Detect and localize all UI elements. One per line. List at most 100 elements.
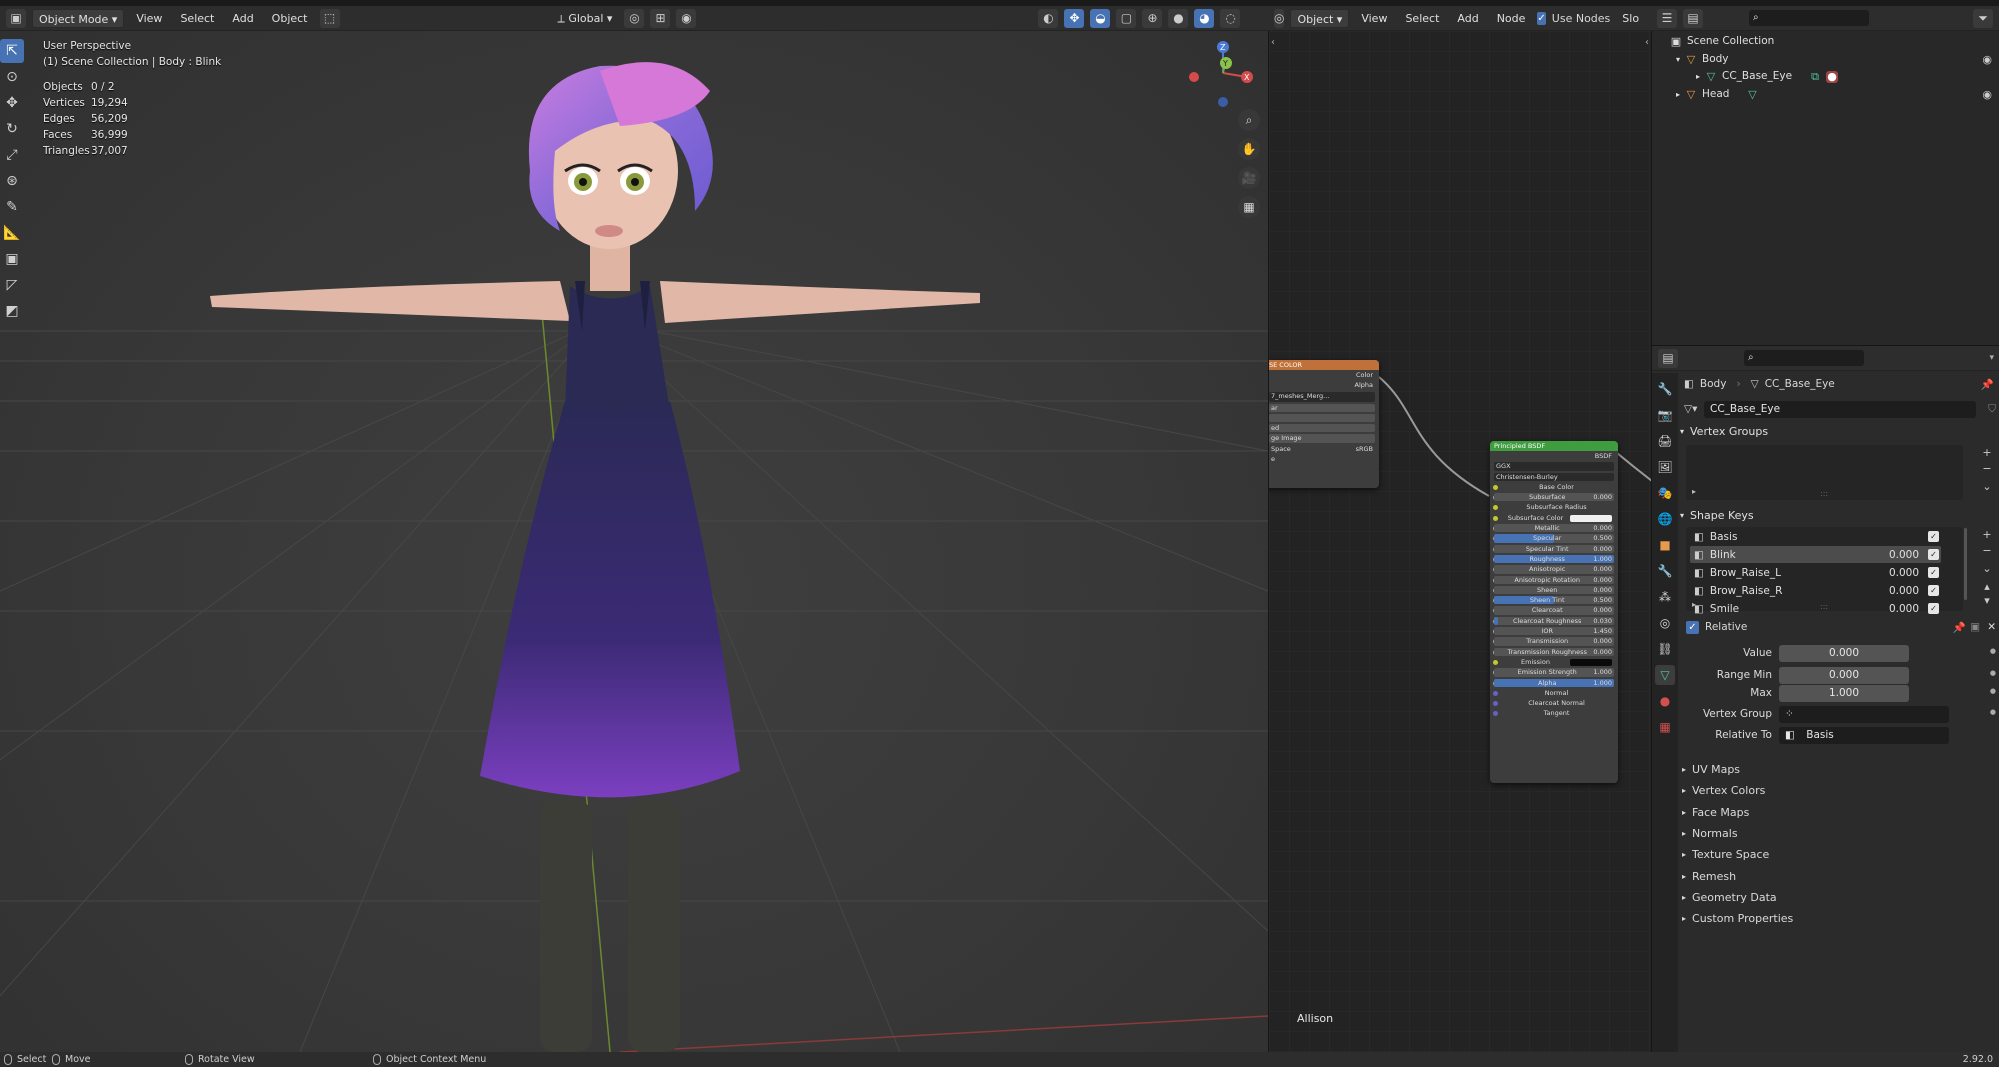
expand-right-icon[interactable]: ▸	[1696, 68, 1700, 86]
navigation-gizmo[interactable]: Z X Y	[1185, 33, 1265, 113]
bsdf-input-row[interactable]: Alpha 1.000	[1490, 678, 1618, 688]
shader-node-editor[interactable]: ‹ ‹ SE COLOR Color Alpha 7_meshes_Merg..…	[1268, 31, 1651, 1052]
menu-view[interactable]: View	[130, 9, 168, 28]
particles-tab-icon[interactable]: ⁂	[1655, 587, 1675, 607]
outliner-row-body[interactable]: ▾ ▽ Body ◉	[1652, 51, 1999, 69]
measure-tool-icon[interactable]: 📐	[0, 221, 24, 245]
rotate-tool-icon[interactable]: ↻	[0, 117, 24, 141]
slot-dropdown[interactable]: Slo	[1616, 9, 1645, 28]
menu-object[interactable]: Object	[266, 9, 314, 28]
collapsed-panel-header[interactable]: ▸ UV Maps	[1682, 759, 1740, 780]
camera-view-icon[interactable]: 🎥	[1238, 167, 1260, 189]
annotate-tool-icon[interactable]: ✎	[0, 195, 24, 219]
ortho-grid-icon[interactable]: ▦	[1238, 196, 1260, 218]
add-cube-tool-icon[interactable]: ▣	[0, 247, 24, 271]
gizmo-toggle-icon[interactable]: ✥	[1064, 8, 1085, 28]
shape-key-value[interactable]: 0.000	[1889, 603, 1919, 615]
shape-key-item[interactable]: ◧ Brow_Raise_L 0.000 ✓	[1690, 564, 1941, 581]
texture-tab-icon[interactable]: ▦	[1655, 717, 1675, 737]
xray-icon[interactable]: ▢	[1116, 8, 1137, 28]
rendered-shading-icon[interactable]: ◌	[1220, 8, 1241, 28]
move-down-icon[interactable]: ▾	[1980, 593, 1994, 607]
mode-dropdown[interactable]: Object Mode ▾	[32, 8, 125, 28]
collapsed-panel-header[interactable]: ▸ Vertex Colors	[1682, 780, 1765, 801]
shape-key-mute-checkbox[interactable]: ✓	[1928, 531, 1939, 542]
pin-shape-icon[interactable]: 📌	[1953, 621, 1966, 634]
visibility-icon[interactable]: ◐	[1038, 8, 1059, 28]
remove-shape-key-icon[interactable]: −	[1980, 543, 1994, 557]
shape-key-item[interactable]: ◧ Blink 0.000 ✓	[1690, 546, 1941, 563]
snap-icon[interactable]: ⊞	[650, 8, 671, 28]
node-menu-add[interactable]: Add	[1451, 9, 1484, 28]
bsdf-distribution[interactable]: GGX	[1496, 461, 1511, 471]
bsdf-input-row[interactable]: Transmission 0.000	[1490, 636, 1618, 646]
node-menu-select[interactable]: Select	[1399, 9, 1445, 28]
vertex-group-field[interactable]: ⁘	[1779, 706, 1949, 723]
keyframe-dot-icon[interactable]: ●	[1990, 647, 1996, 655]
add-shape-key-icon[interactable]: +	[1980, 527, 1994, 541]
mesh-data-tab-icon[interactable]: ▽	[1655, 665, 1675, 685]
bsdf-input-row[interactable]: Specular 0.500	[1490, 533, 1618, 543]
collapsed-panel-header[interactable]: ▸ Custom Properties	[1682, 908, 1793, 929]
bsdf-input-row[interactable]: Subsurface Radius	[1490, 502, 1618, 512]
constraints-tab-icon[interactable]: ⛓	[1655, 639, 1675, 659]
bsdf-input-row[interactable]: Emission Strength 1.000	[1490, 667, 1618, 677]
value-field[interactable]: 0.000	[1779, 645, 1909, 662]
bsdf-input-row[interactable]: Sheen 0.000	[1490, 585, 1618, 595]
eye-icon[interactable]: ◉	[1982, 86, 1992, 104]
tool-tab-icon[interactable]: 🔧	[1655, 379, 1675, 399]
shape-key-scrollbar[interactable]	[1964, 528, 1967, 600]
solid-shading-icon[interactable]: ●	[1168, 8, 1189, 28]
image-row-source[interactable]: ge Image	[1271, 433, 1302, 443]
bsdf-input-row[interactable]: Base Color	[1490, 482, 1618, 492]
bsdf-input-row[interactable]: Roughness 1.000	[1490, 554, 1618, 564]
menu-add[interactable]: Add	[226, 9, 259, 28]
max-field[interactable]: 1.000	[1779, 685, 1909, 702]
move-tool-icon[interactable]: ✥	[0, 91, 24, 115]
outliner-search-input[interactable]: ⌕	[1749, 10, 1869, 26]
bsdf-input-row[interactable]: Clearcoat Normal	[1490, 698, 1618, 708]
keyframe-dot-icon[interactable]: ●	[1990, 687, 1996, 695]
zoom-icon[interactable]: ⌕	[1238, 109, 1260, 131]
shape-key-value[interactable]: 0.000	[1889, 567, 1919, 579]
overlay-toggle-icon[interactable]: ◒	[1090, 8, 1111, 28]
bsdf-input-row[interactable]: Subsurface 0.000	[1490, 492, 1618, 502]
bsdf-input-row[interactable]: Specular Tint 0.000	[1490, 544, 1618, 554]
world-tab-icon[interactable]: 🌐	[1655, 509, 1675, 529]
shape-key-value[interactable]: 0.000	[1889, 549, 1919, 561]
pan-hand-icon[interactable]: ✋	[1238, 138, 1260, 160]
box-select-icon[interactable]: ⬚	[319, 8, 340, 28]
expand-right-icon[interactable]: ▸	[1676, 86, 1680, 104]
bsdf-input-row[interactable]: Clearcoat Roughness 0.030	[1490, 616, 1618, 626]
material-shading-icon[interactable]: ◕	[1194, 8, 1215, 28]
input-socket[interactable]	[1493, 711, 1498, 717]
input-socket[interactable]	[1493, 690, 1498, 696]
collapsed-panel-header[interactable]: ▸ Normals	[1682, 823, 1738, 844]
modifier-tab-icon[interactable]: 🔧	[1655, 561, 1675, 581]
node-menu-node[interactable]: Node	[1491, 9, 1532, 28]
display-mode-icon[interactable]: ▤	[1683, 8, 1703, 28]
bsdf-input-row[interactable]: Subsurface Color	[1490, 513, 1618, 523]
use-nodes-checkbox[interactable]: ✓	[1537, 11, 1546, 25]
color-swatch[interactable]	[1569, 658, 1612, 666]
bsdf-input-row[interactable]: Transmission Roughness 0.000	[1490, 647, 1618, 657]
bsdf-input-row[interactable]: Tangent	[1490, 708, 1618, 718]
expand-down-icon[interactable]: ▾	[1676, 51, 1680, 69]
color-swatch[interactable]	[1570, 514, 1612, 522]
input-socket[interactable]	[1493, 505, 1498, 511]
bsdf-input-row[interactable]: Clearcoat 0.000	[1490, 605, 1618, 615]
bsdf-sss-method[interactable]: Christensen-Burley	[1496, 472, 1558, 482]
input-socket[interactable]	[1493, 484, 1498, 490]
editor-type-icon[interactable]: ▣	[6, 8, 26, 28]
node-editor-type-icon[interactable]: ◎	[1274, 8, 1285, 28]
character-model[interactable]	[150, 31, 1010, 1052]
outliner-type-icon[interactable]: ☰	[1657, 8, 1677, 28]
bsdf-input-row[interactable]: Anisotropic Rotation 0.000	[1490, 575, 1618, 585]
collapsed-panel-header[interactable]: ▸ Texture Space	[1682, 844, 1769, 865]
cursor-tool-icon[interactable]: ⊙	[0, 65, 24, 89]
outliner-row-head[interactable]: ▸ ▽ Head ▽ ◉	[1652, 86, 1999, 104]
shape-key-mute-checkbox[interactable]: ✓	[1928, 603, 1939, 614]
eye-icon[interactable]: ◉	[1982, 51, 1992, 69]
input-socket[interactable]	[1493, 659, 1498, 665]
shape-key-mute-checkbox[interactable]: ✓	[1928, 549, 1939, 560]
